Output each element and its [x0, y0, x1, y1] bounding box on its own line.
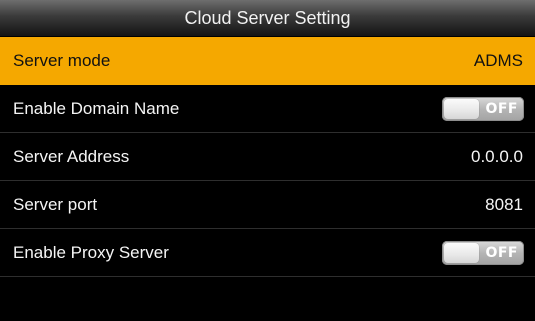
- toggle-knob: [444, 243, 479, 263]
- menu-item-label: Server port: [13, 195, 98, 214]
- menu-item-label: Server mode: [13, 51, 111, 70]
- menu-item-enable-domain-name[interactable]: Enable Domain Name OFF: [0, 85, 535, 133]
- menu-item-server-address[interactable]: Server Address 0.0.0.0: [0, 133, 535, 181]
- settings-menu: Server mode ADMS Enable Domain Name OFF …: [0, 37, 535, 277]
- toggle-state-label: OFF: [485, 245, 518, 261]
- menu-item-server-mode[interactable]: Server mode ADMS: [0, 37, 535, 85]
- menu-item-enable-proxy-server[interactable]: Enable Proxy Server OFF: [0, 229, 535, 277]
- server-port-value: 8081: [485, 195, 523, 214]
- server-address-value: 0.0.0.0: [471, 147, 523, 166]
- menu-item-label: Enable Domain Name: [13, 99, 180, 118]
- device-screen: Cloud Server Setting Server mode ADMS En…: [0, 0, 535, 321]
- toggle-state-label: OFF: [485, 101, 518, 117]
- server-mode-value: ADMS: [473, 51, 523, 70]
- menu-item-label: Enable Proxy Server: [13, 243, 169, 262]
- enable-domain-name-toggle[interactable]: OFF: [442, 97, 524, 121]
- page-title: Cloud Server Setting: [184, 8, 351, 28]
- toggle-knob: [444, 99, 479, 119]
- enable-proxy-server-toggle[interactable]: OFF: [442, 241, 524, 265]
- menu-item-server-port[interactable]: Server port 8081: [0, 181, 535, 229]
- menu-item-label: Server Address: [13, 147, 130, 166]
- title-bar: Cloud Server Setting: [0, 0, 535, 37]
